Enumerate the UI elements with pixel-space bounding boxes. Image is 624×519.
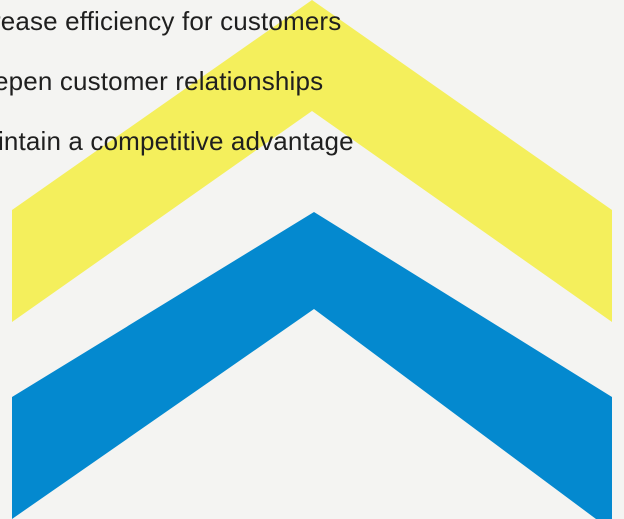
- list-item: intain a competitive advantage: [0, 126, 354, 156]
- benefits-list: rease efficiency for customers epen cust…: [0, 0, 624, 200]
- list-item: epen customer relationships: [0, 66, 324, 96]
- list-item: rease efficiency for customers: [0, 6, 342, 36]
